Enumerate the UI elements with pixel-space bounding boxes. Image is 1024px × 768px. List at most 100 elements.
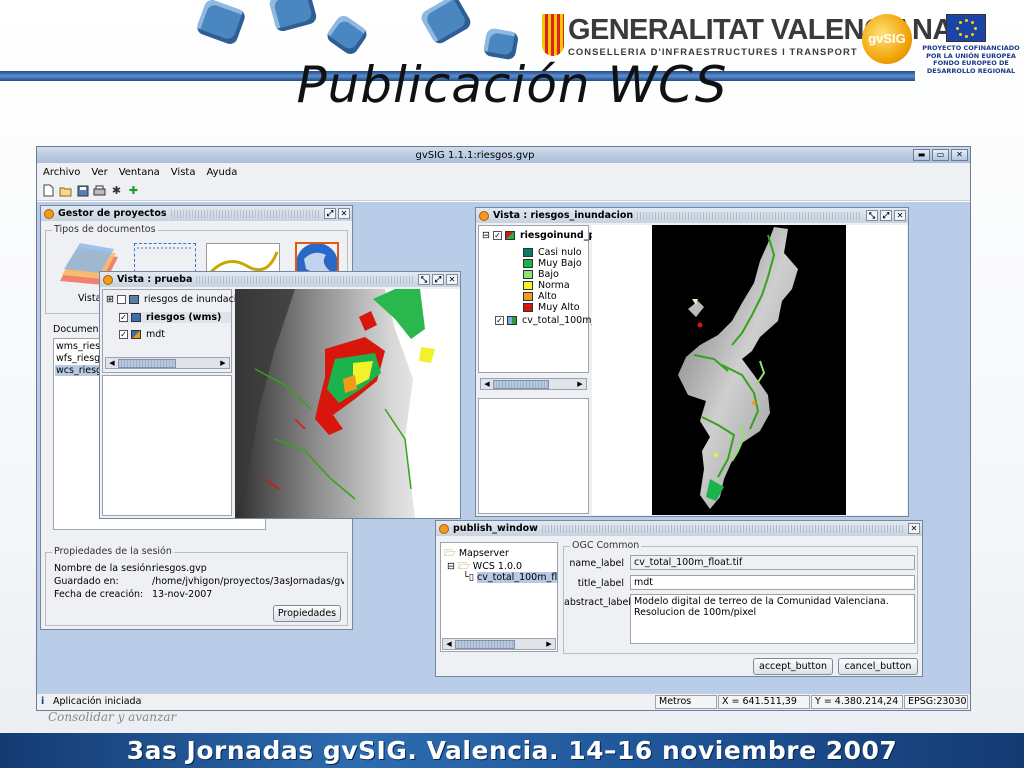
maximize-icon[interactable]: ⤢ [880,210,892,221]
session-group: Propiedades de la sesión Nombre de la se… [45,546,348,626]
eu-flag-icon [946,14,986,42]
locator-map [478,398,589,514]
layer-checkbox[interactable]: ✓ [119,330,128,339]
abstract-line: Modelo digital de terreo de la Comunidad… [634,596,889,607]
tree-scrollbar[interactable]: ◀ ▶ [442,638,556,650]
toc-panel: ⊟ ✓ riesgoinund_p Casi nulo Muy Bajo Bajo… [478,225,596,390]
abstract-field[interactable]: Modelo digital de terreo de la Comunidad… [630,594,915,644]
menu-ver[interactable]: Ver [91,167,107,178]
legend-item: Casi nulo [523,247,582,258]
scroll-thumb[interactable] [493,380,549,389]
server-tree: 🗁 Mapserver ⊟ 🗁 WCS 1.0.0 └▯ cv_total_10… [440,542,558,652]
layer-checkbox[interactable] [116,295,126,304]
scroll-right-icon[interactable]: ▶ [575,379,585,389]
generalitat-shield-icon [542,14,564,56]
legend-label: Alto [538,291,557,302]
legend-swatch [523,303,533,312]
name-field[interactable]: cv_total_100m_float.tif [630,555,915,570]
close-icon[interactable]: ✕ [894,210,906,221]
gvsig-titlebar[interactable]: gvSIG 1.1.1:riesgos.gvp ▬ ▭ ✕ [37,147,970,163]
close-icon[interactable]: ✕ [338,208,350,219]
status-x-coordinate: X = 641.511,39 [718,695,810,709]
title-field[interactable]: mdt [630,575,915,590]
layer-icon [131,313,141,322]
minimize-icon[interactable]: ⤡ [866,210,878,221]
accept-button[interactable]: accept_button [753,658,833,675]
tree-node-coverage[interactable]: └▯ cv_total_100m_fl [463,572,558,583]
cancel-button[interactable]: cancel_button [838,658,918,675]
layer-name: cv_total_100m_ [522,315,597,326]
scroll-right-icon[interactable]: ▶ [544,639,554,649]
scroll-thumb[interactable] [118,359,176,368]
layer-row[interactable]: ✓ mdt [119,329,165,340]
layer-checkbox[interactable]: ✓ [495,316,504,325]
view-prueba-titlebar[interactable]: Vista : prueba ⤡ ⤢ ✕ [100,272,460,287]
scroll-left-icon[interactable]: ◀ [482,379,492,389]
puzzle-piece-image [324,12,370,58]
scroll-thumb[interactable] [455,640,515,649]
project-manager-titlebar[interactable]: Gestor de proyectos ⤢ ✕ [41,206,352,221]
layer-row[interactable]: ✓ cv_total_100m_ [495,315,596,326]
status-epsg: EPSG:23030 [904,695,968,709]
layer-checkbox[interactable]: ✓ [119,313,128,322]
maximize-icon[interactable]: ⤢ [324,208,336,219]
status-bar: i Aplicación iniciada Metros X = 641.511… [37,693,970,710]
status-message: Aplicación iniciada [53,696,142,707]
tree-label: WCS 1.0.0 [472,561,523,572]
puzzle-piece-image [418,0,474,47]
legend-label: Casi nulo [538,247,582,258]
window-icon [479,210,489,221]
layer-row-selected[interactable]: ✓ riesgos (wms) [119,312,231,323]
minimize-button[interactable]: ▬ [913,149,930,161]
scroll-right-icon[interactable]: ▶ [218,358,228,368]
minimize-icon[interactable]: ⤡ [418,274,430,285]
toc-scrollbar[interactable]: ◀ ▶ [480,378,587,390]
toolbar: ✱ ✚ [37,181,970,201]
tree-label: cv_total_100m_fl [477,572,558,583]
footer-text: 3as Jornadas gvSIG. Valencia. 14–16 novi… [126,736,898,765]
menu-ayuda[interactable]: Ayuda [206,167,237,178]
publish-titlebar[interactable]: publish_window ✕ [436,521,922,536]
legend-swatch [523,259,533,268]
layer-checkbox[interactable]: ✓ [492,231,502,240]
menu-ventana[interactable]: Ventana [119,167,160,178]
scroll-left-icon[interactable]: ◀ [107,358,117,368]
tools-icon[interactable]: ✱ [109,183,124,198]
legend-item: Muy Alto [523,302,580,313]
session-key: Guardado en: [54,576,119,587]
close-button[interactable]: ✕ [951,149,968,161]
maximize-button[interactable]: ▭ [932,149,949,161]
open-icon[interactable] [58,183,73,198]
layer-group-row[interactable]: ⊟ ✓ riesgoinund_p [482,230,595,241]
layer-icon [131,330,141,339]
puzzle-piece-image [268,0,318,33]
toc-scrollbar[interactable]: ◀ ▶ [105,357,230,369]
print-icon[interactable] [92,183,107,198]
maximize-icon[interactable]: ⤢ [432,274,444,285]
session-label: Propiedades de la sesión [52,546,174,557]
new-icon[interactable] [41,183,56,198]
title-label: title_label [577,578,624,589]
scroll-left-icon[interactable]: ◀ [444,639,454,649]
info-icon: i [41,696,45,707]
menu-archivo[interactable]: Archivo [43,167,80,178]
view-riesgos-titlebar[interactable]: Vista : riesgos_inundacion ⤡ ⤢ ✕ [476,208,908,223]
gvsig-title: gvSIG 1.1.1:riesgos.gvp [415,149,535,161]
save-icon[interactable] [75,183,90,198]
ogc-common-label: OGC Common [570,540,642,551]
menu-vista[interactable]: Vista [171,167,196,178]
legend-swatch [523,248,533,257]
document-icon: ▯ [468,572,474,583]
map-canvas[interactable] [592,225,907,515]
close-icon[interactable]: ✕ [908,523,920,534]
session-value: 13-nov-2007 [152,589,213,600]
close-icon[interactable]: ✕ [446,274,458,285]
properties-button[interactable]: Propiedades [273,605,341,622]
layer-row[interactable]: ⊞ riesgos de inundacio [106,294,242,305]
publish-window: publish_window ✕ 🗁 Mapserver ⊟ 🗁 WCS 1.0… [435,520,923,677]
session-value: /home/jvhigon/proyectos/3asJornadas/gv..… [152,576,344,587]
add-icon[interactable]: ✚ [126,183,141,198]
map-canvas[interactable] [235,289,460,518]
layer-icon [128,295,139,304]
view-prueba-title: Vista : prueba [117,274,193,285]
